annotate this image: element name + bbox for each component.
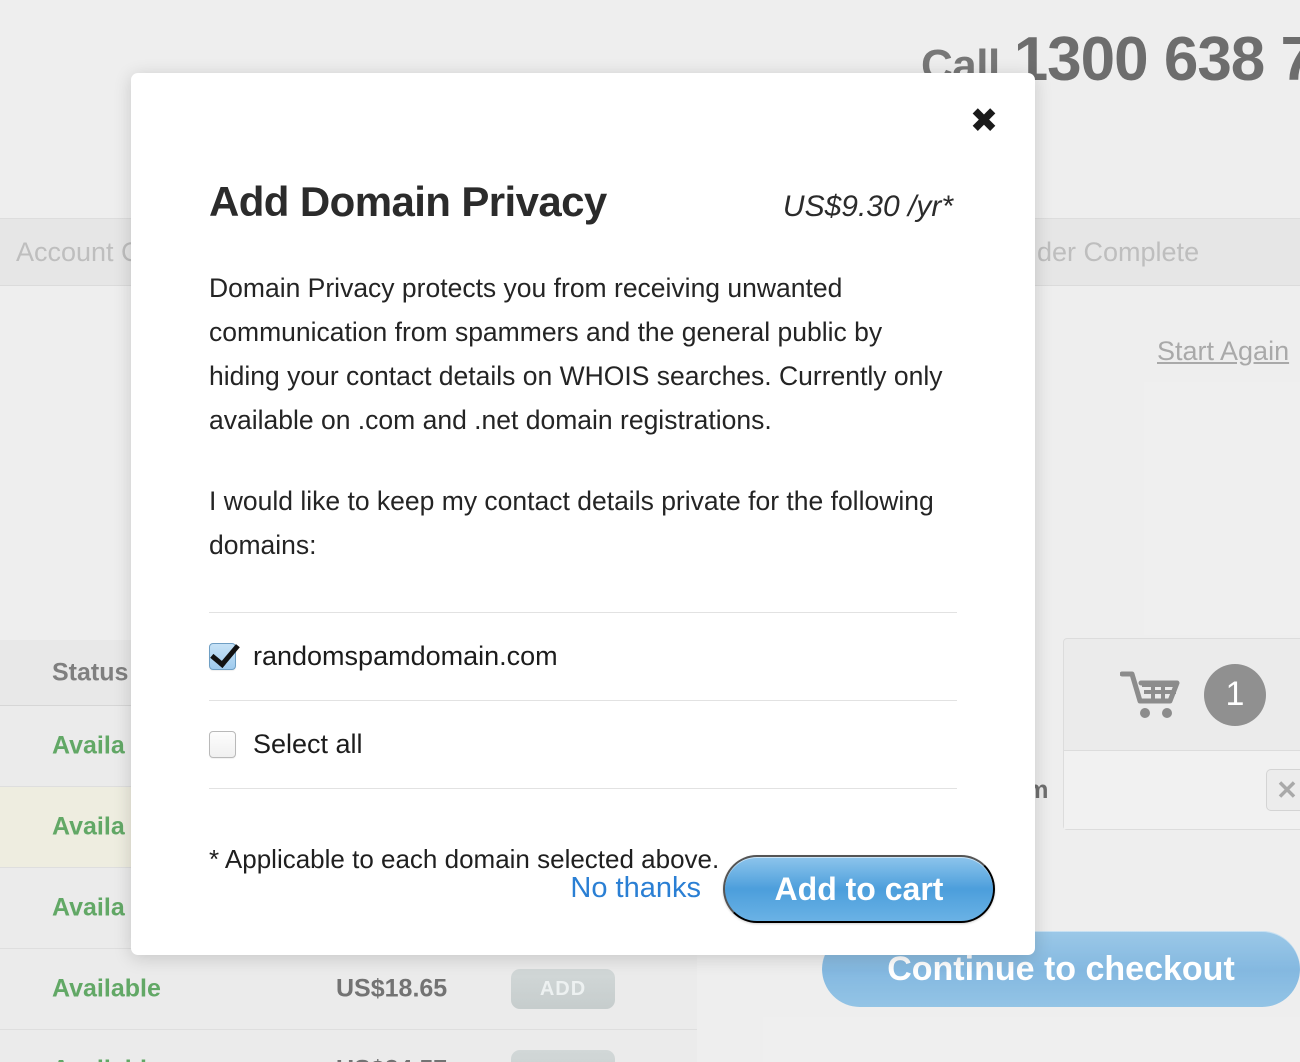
select-all-label: Select all — [253, 729, 363, 759]
row-status: Availa — [52, 893, 125, 922]
row-status: Availa — [52, 731, 125, 760]
cart-item-count-badge: 1 — [1204, 663, 1266, 726]
no-thanks-link[interactable]: No thanks — [570, 872, 701, 907]
modal-title: Add Domain Privacy — [209, 178, 607, 225]
domain-checkbox-list: randomspamdomain.com Select all — [209, 612, 957, 789]
row-status: Available — [52, 1056, 161, 1062]
add-domain-button[interactable]: ADD — [511, 1050, 615, 1062]
modal-description-paragraph: Domain Privacy protects you from receivi… — [209, 273, 943, 435]
add-domain-button[interactable]: ADD — [511, 969, 615, 1009]
table-row[interactable]: Available US$24.57 ADD — [0, 1030, 697, 1062]
call-phone-number: 1300 638 7 — [1013, 25, 1300, 94]
step-account-creation[interactable]: Account C — [16, 237, 141, 268]
row-price: US$18.65 — [336, 974, 448, 1003]
add-domain-privacy-modal: ✖ Add Domain Privacy US$9.30 /yr* Domain… — [131, 73, 1035, 955]
checkbox-select-all[interactable] — [209, 731, 236, 758]
add-to-cart-button[interactable]: Add to cart — [723, 855, 995, 923]
checkbox-randomspamdomain[interactable] — [209, 643, 236, 670]
row-price: US$24.57 — [336, 1056, 447, 1062]
modal-price: US$9.30 /yr* — [782, 190, 953, 223]
modal-actions: No thanks Add to cart — [570, 855, 995, 923]
domain-checkbox-row[interactable]: randomspamdomain.com — [209, 613, 957, 701]
remove-cart-item-button[interactable]: ✕ — [1266, 769, 1300, 811]
screen: Call 1300 638 7 Account C der Complete S… — [0, 0, 1300, 1062]
step-order-complete[interactable]: der Complete — [1037, 237, 1199, 268]
row-status: Availa — [52, 812, 125, 841]
shopping-cart-icon — [1120, 669, 1186, 721]
select-all-row[interactable]: Select all — [209, 701, 957, 789]
cart-panel: 1 ain.com ✕ — [954, 638, 1300, 830]
modal-header: Add Domain Privacy US$9.30 /yr* — [209, 73, 957, 226]
column-header-status: Status — [52, 658, 129, 686]
domain-name-label: randomspamdomain.com — [253, 641, 558, 671]
modal-instruction-paragraph: I would like to keep my contact details … — [209, 486, 934, 560]
start-again-link[interactable]: Start Again — [1157, 336, 1289, 367]
close-icon[interactable]: ✖ — [964, 101, 1004, 141]
cart-line-item: ain.com ✕ — [954, 751, 1300, 829]
cart-summary[interactable]: 1 — [1064, 639, 1300, 751]
row-status: Available — [52, 974, 161, 1003]
table-row[interactable]: Available US$18.65 ADD — [0, 949, 697, 1030]
